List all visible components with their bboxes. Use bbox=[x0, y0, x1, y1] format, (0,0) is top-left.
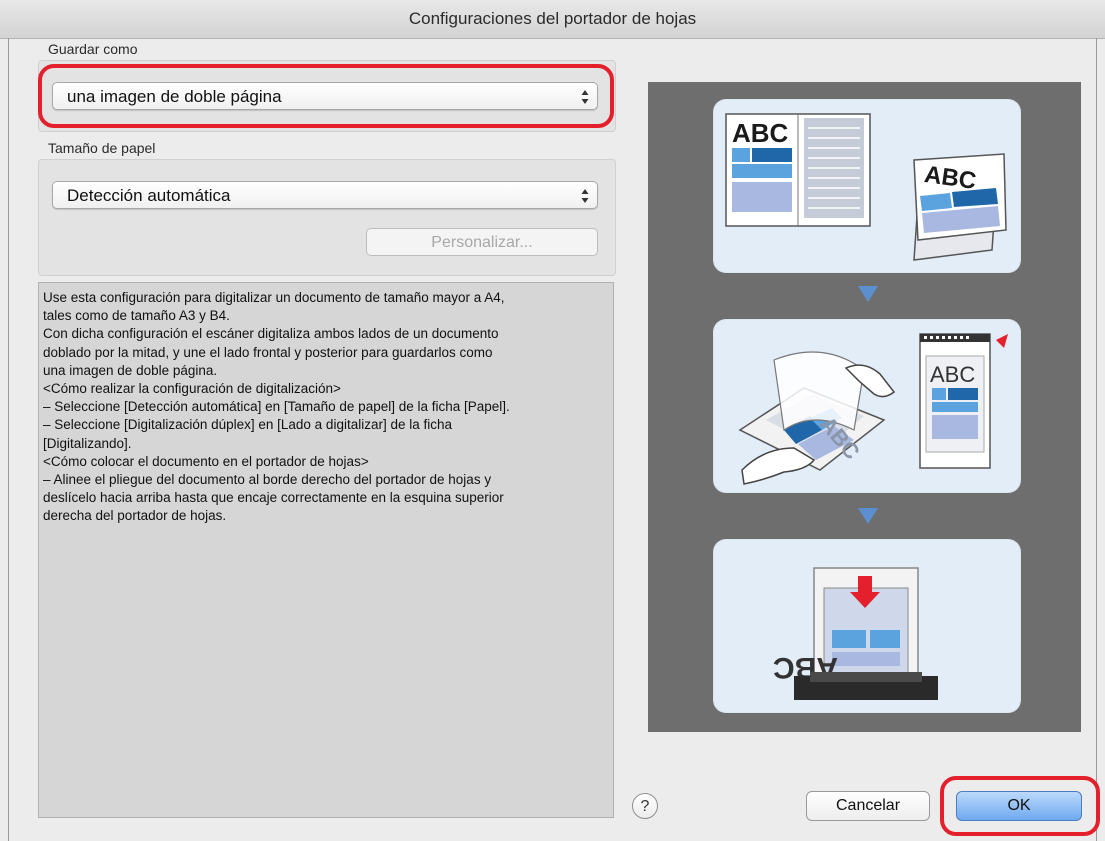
description-line: <Cómo colocar el documento en el portado… bbox=[43, 453, 369, 469]
description-line: Use esta configuración para digitalizar … bbox=[43, 290, 505, 305]
abc-label: ABC bbox=[732, 118, 789, 148]
description-line: Con dicha configuración el escáner digit… bbox=[43, 326, 499, 342]
ok-highlight bbox=[940, 776, 1100, 836]
description-line: doblado por la mitad, y une el lado fron… bbox=[43, 344, 493, 360]
down-arrow-icon bbox=[858, 508, 878, 524]
paper-size-select-value: Detección automática bbox=[67, 186, 231, 205]
window-title: Configuraciones del portador de hojas bbox=[0, 0, 1105, 39]
paper-size-select[interactable]: Detección automática bbox=[52, 181, 598, 209]
illustration-step-1: ABC ABC bbox=[714, 100, 1020, 272]
cancel-button[interactable]: Cancelar bbox=[806, 791, 930, 821]
window-left-border bbox=[8, 38, 9, 841]
description-line: tales como de tamaño A3 y B4. bbox=[43, 308, 230, 324]
description-line: deslícelo hacia arriba hasta que encaje … bbox=[43, 490, 504, 506]
description-line: – Seleccione [Detección automática] en [… bbox=[43, 399, 510, 415]
description-line: una imagen de doble página. bbox=[43, 362, 218, 378]
paper-size-label: Tamaño de papel bbox=[48, 140, 156, 156]
illustration-step-2: ABC ABC bbox=[714, 320, 1020, 492]
save-as-label: Guardar como bbox=[48, 41, 138, 57]
updown-arrows-icon bbox=[581, 189, 589, 203]
description-line: – Alinee el pliegue del documento al bor… bbox=[43, 472, 492, 488]
save-as-highlight bbox=[38, 64, 614, 128]
description-line: – Seleccione [Digitalización dúplex] en … bbox=[43, 417, 453, 433]
description-line: derecha del portador de hojas. bbox=[43, 508, 227, 524]
abc-label: ABC bbox=[930, 362, 975, 387]
customize-button[interactable]: Personalizar... bbox=[366, 228, 598, 256]
help-button[interactable]: ? bbox=[632, 793, 658, 819]
illustration-step-3: ABC bbox=[714, 540, 1020, 712]
description-line: <Cómo realizar la configuración de digit… bbox=[43, 381, 341, 397]
scanner-feed-illustration: ABC bbox=[773, 567, 938, 700]
description-line: [Digitalizando]. bbox=[43, 435, 132, 451]
description-text-area: Use esta configuración para digitalizar … bbox=[38, 282, 614, 818]
down-arrow-icon bbox=[858, 286, 878, 302]
double-page-document-illustration: ABC ABC bbox=[725, 113, 1007, 261]
paper-size-group bbox=[38, 159, 616, 276]
window-right-border bbox=[1096, 38, 1097, 841]
insert-document-illustration: ABC ABC bbox=[738, 333, 1008, 485]
